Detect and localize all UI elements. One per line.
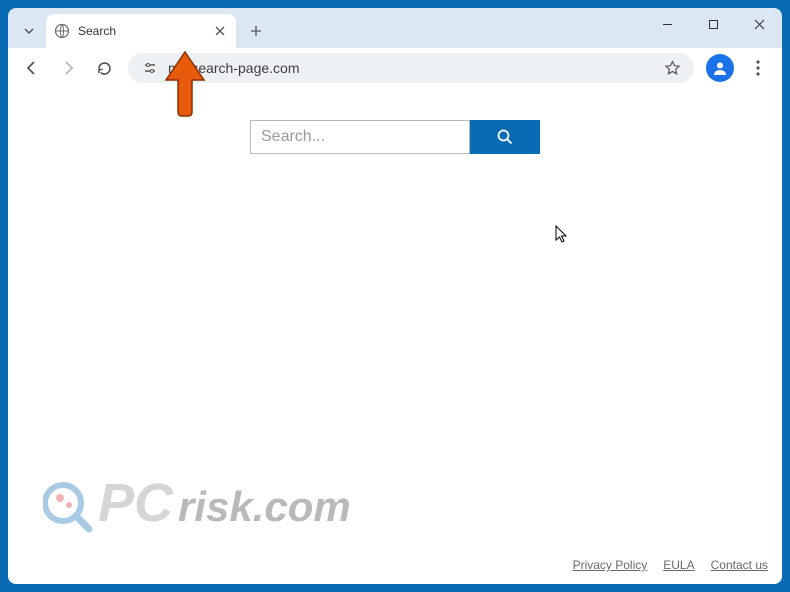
site-settings-button[interactable] — [140, 58, 160, 78]
toolbar: my-search-page.com — [8, 48, 782, 88]
menu-button[interactable] — [742, 52, 774, 84]
titlebar: Search — [8, 8, 782, 48]
minimize-button[interactable] — [644, 8, 690, 40]
new-tab-button[interactable] — [242, 17, 270, 45]
window-controls — [644, 8, 782, 40]
eula-link[interactable]: EULA — [663, 558, 694, 572]
profile-button[interactable] — [706, 54, 734, 82]
tab-search-button[interactable] — [12, 14, 46, 48]
footer-links: Privacy Policy EULA Contact us — [573, 558, 768, 572]
globe-icon — [54, 23, 70, 39]
close-icon — [754, 19, 765, 30]
plus-icon — [250, 25, 262, 37]
star-icon — [664, 60, 681, 77]
close-icon — [215, 26, 225, 36]
reload-button[interactable] — [88, 52, 120, 84]
address-bar[interactable]: my-search-page.com — [128, 53, 694, 83]
svg-text:PC: PC — [98, 473, 174, 533]
close-window-button[interactable] — [736, 8, 782, 40]
url-text: my-search-page.com — [168, 60, 654, 76]
contact-link[interactable]: Contact us — [711, 558, 768, 572]
privacy-link[interactable]: Privacy Policy — [573, 558, 648, 572]
search-form — [8, 88, 782, 154]
back-button[interactable] — [16, 52, 48, 84]
browser-window: Search — [8, 8, 782, 584]
bookmark-button[interactable] — [662, 58, 682, 78]
person-icon — [711, 59, 729, 77]
reload-icon — [96, 60, 113, 77]
minimize-icon — [662, 19, 673, 30]
search-icon — [496, 128, 514, 146]
tab-close-button[interactable] — [212, 23, 228, 39]
maximize-icon — [708, 19, 719, 30]
browser-tab[interactable]: Search — [46, 14, 236, 48]
search-input[interactable] — [250, 120, 470, 154]
tab-title: Search — [78, 24, 204, 38]
dots-vertical-icon — [756, 60, 760, 76]
arrow-right-icon — [59, 59, 77, 77]
forward-button[interactable] — [52, 52, 84, 84]
chevron-down-icon — [23, 25, 35, 37]
watermark: PC risk.com — [43, 463, 403, 548]
maximize-button[interactable] — [690, 8, 736, 40]
page-content: Privacy Policy EULA Contact us PC risk.c… — [8, 88, 782, 584]
search-button[interactable] — [470, 120, 540, 154]
svg-text:risk.com: risk.com — [178, 483, 351, 530]
arrow-left-icon — [23, 59, 41, 77]
tune-icon — [142, 60, 158, 76]
